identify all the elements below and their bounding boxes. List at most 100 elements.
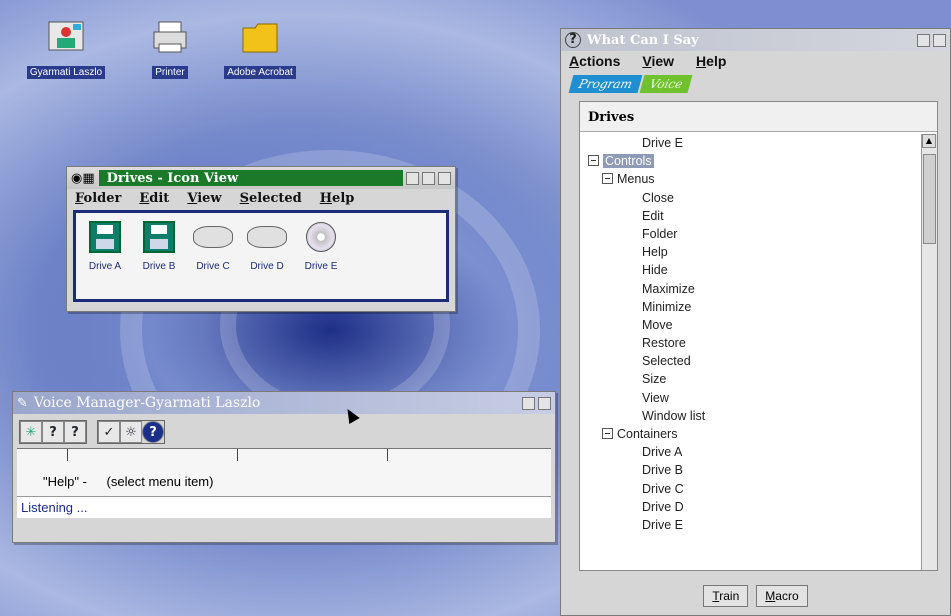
scroll-thumb[interactable] xyxy=(923,154,936,244)
microphone-toggle-icon[interactable]: ✳ xyxy=(20,421,42,443)
tree-item[interactable]: Close xyxy=(580,189,921,207)
tree-item[interactable]: Drive C xyxy=(580,480,921,498)
what-can-i-say-icon[interactable]: ? xyxy=(64,421,86,443)
tree-item[interactable]: Hide xyxy=(580,261,921,279)
tree-item[interactable]: Help xyxy=(580,243,921,261)
scroll-up-icon[interactable]: ▲ xyxy=(922,134,936,148)
tree-item-label: Drive E xyxy=(642,517,683,532)
tree-item-label: Edit xyxy=(642,208,664,223)
tree-item-label: Controls xyxy=(603,154,654,169)
drives-title-highlight: Drives - Icon View xyxy=(98,170,403,186)
tree-item[interactable]: Menus xyxy=(580,170,921,188)
floppy-icon xyxy=(143,221,175,253)
command-description: (select menu item) xyxy=(106,474,214,489)
drive-e[interactable]: Drive E xyxy=(296,219,346,299)
drive-label: Drive A xyxy=(88,261,122,272)
menu-help[interactable]: Help xyxy=(696,53,726,69)
tree-item[interactable]: Folder xyxy=(580,225,921,243)
status-bar: Listening ... xyxy=(17,496,551,518)
macro-button[interactable]: Macro xyxy=(756,585,808,607)
drive-b[interactable]: Drive B xyxy=(134,219,184,299)
drive-label: Drive C xyxy=(196,261,230,272)
menu-edit[interactable]: Edit xyxy=(139,191,169,206)
menu-view[interactable]: View xyxy=(187,191,221,206)
printer-icon xyxy=(151,20,189,54)
panel-header: Drives xyxy=(580,102,937,132)
collapse-icon[interactable] xyxy=(588,155,599,167)
restore-button[interactable] xyxy=(422,171,435,185)
commands-panel: Drives Drive E Controls Menus Close Edit Fold… xyxy=(579,101,938,571)
tree-item-label: Hide xyxy=(642,263,668,278)
tree-item-label: Menus xyxy=(617,172,655,187)
cd-icon xyxy=(306,222,336,252)
recognized-command: "Help" - (select menu item) xyxy=(17,462,551,496)
drives-titlebar[interactable]: ◉▦ Drives - Icon View xyxy=(67,167,455,189)
tree-item[interactable]: Window list xyxy=(580,407,921,425)
question-icon: ? xyxy=(565,32,581,48)
tree-item-label: Drive E xyxy=(642,136,683,150)
tree-item-label: Drive C xyxy=(642,481,684,496)
tab-program[interactable]: Program xyxy=(568,75,643,93)
tree-item[interactable]: Minimize xyxy=(580,298,921,316)
window-title: Drives - Icon View xyxy=(106,170,239,186)
restore-button[interactable] xyxy=(933,33,946,47)
tree-item[interactable]: Drive D xyxy=(580,498,921,516)
menu-selected[interactable]: Selected xyxy=(240,191,302,206)
tree-item[interactable]: Drive E xyxy=(580,516,921,534)
tree-item[interactable]: Restore xyxy=(580,334,921,352)
menu-view[interactable]: View xyxy=(642,53,674,69)
tree-item-label: Help xyxy=(642,245,668,260)
desktop-icon-user[interactable]: Gyarmati Laszlo xyxy=(16,20,116,79)
tab-voice[interactable]: Voice xyxy=(639,75,693,93)
drive-c[interactable]: Drive C xyxy=(188,219,238,299)
drive-a[interactable]: Drive A xyxy=(80,219,130,299)
tree-item[interactable]: Size xyxy=(580,370,921,388)
menu-folder[interactable]: Folder xyxy=(75,191,121,206)
hard-disk-icon xyxy=(247,226,287,248)
command-text: "Help" - xyxy=(43,474,87,489)
minimize-button[interactable] xyxy=(406,171,419,185)
tree-item-label: Drive A xyxy=(642,445,683,460)
tree-item[interactable]: View xyxy=(580,389,921,407)
hard-disk-icon xyxy=(193,226,233,248)
wcis-titlebar[interactable]: ? What Can I Say xyxy=(561,29,950,51)
desktop-icon-label: Printer xyxy=(152,66,188,79)
menu-help[interactable]: Help xyxy=(320,191,355,206)
tree-item-label: Selected xyxy=(642,354,691,369)
menu-actions[interactable]: Actions xyxy=(569,53,620,69)
drives-icon-area: Drive A Drive B Drive C Drive D Drive E xyxy=(73,210,449,302)
tree-item[interactable]: Edit xyxy=(580,207,921,225)
tree-item[interactable]: Selected xyxy=(580,352,921,370)
tree-item-label: Restore xyxy=(642,336,686,351)
desktop-icon-acrobat[interactable]: Adobe Acrobat xyxy=(210,20,310,79)
vertical-scrollbar[interactable]: ▲ xyxy=(921,134,937,570)
minimize-button[interactable] xyxy=(917,33,930,47)
train-word-icon[interactable]: ✓ xyxy=(98,421,120,443)
tree-item[interactable]: Drive B xyxy=(580,461,921,479)
tree-item[interactable]: Move xyxy=(580,316,921,334)
desktop-icon-printer[interactable]: Printer xyxy=(120,20,220,79)
question-icon[interactable]: ? xyxy=(42,421,64,443)
tree-item[interactable]: Containers xyxy=(580,425,921,443)
toolbar-group: ✓ ☼ ? xyxy=(97,420,165,444)
voice-toolbar: ✳ ? ? ✓ ☼ ? xyxy=(13,414,555,448)
collapse-icon[interactable] xyxy=(602,173,613,185)
drive-system-icon: ◉▦ xyxy=(71,170,95,186)
tree-item[interactable]: Drive E xyxy=(580,134,921,152)
restore-button[interactable] xyxy=(538,396,551,410)
drive-d[interactable]: Drive D xyxy=(242,219,292,299)
minimize-button[interactable] xyxy=(522,396,535,410)
desktop-icon-label: Gyarmati Laszlo xyxy=(26,66,106,79)
drive-label: Drive E xyxy=(304,261,338,272)
voice-manager-titlebar[interactable]: ✎ Voice Manager-Gyarmati Laszlo xyxy=(13,392,555,414)
desktop-icon-label: Adobe Acrobat xyxy=(224,66,296,79)
train-button[interactable]: Train xyxy=(703,585,749,607)
collapse-icon[interactable] xyxy=(602,428,613,439)
tree-item-label: Size xyxy=(642,372,667,387)
help-icon[interactable]: ? xyxy=(142,421,164,443)
tree-item[interactable]: Maximize xyxy=(580,280,921,298)
maximize-button[interactable] xyxy=(438,171,451,185)
tree-item[interactable]: Drive A xyxy=(580,443,921,461)
tree-item[interactable]: Controls xyxy=(580,152,921,170)
dictation-icon[interactable]: ☼ xyxy=(120,421,142,443)
